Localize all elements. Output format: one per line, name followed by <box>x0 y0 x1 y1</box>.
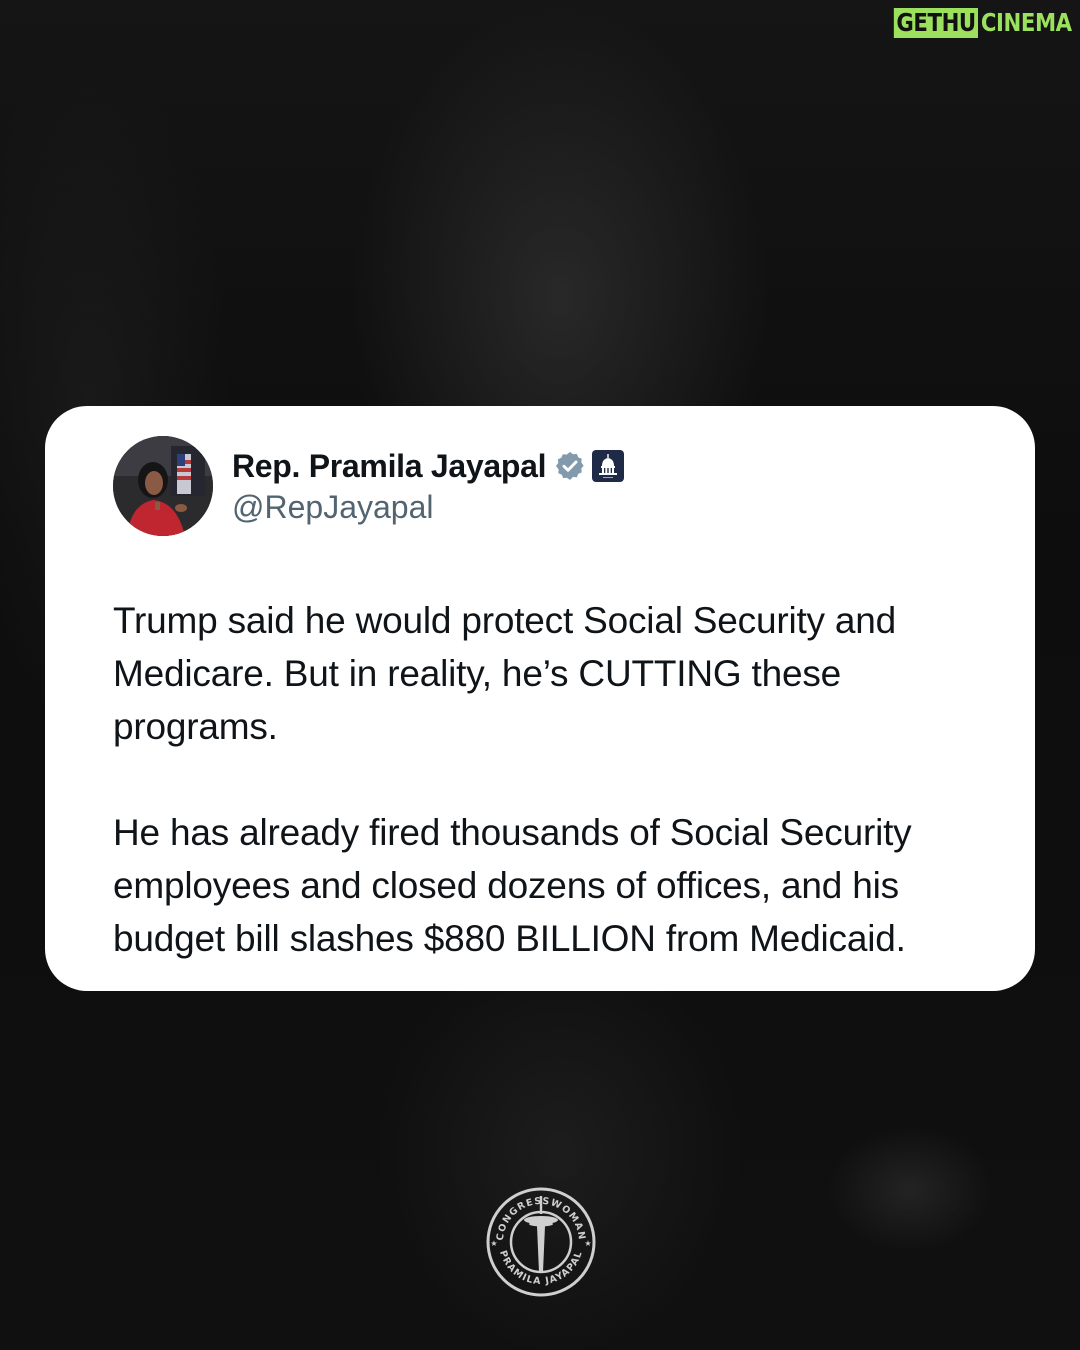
author-row: Rep. Pramila Jayapal <box>232 446 625 486</box>
congresswoman-seal-logo: CONGRESSWOMAN PRAMILA JAYAPAL ★ ★ <box>485 1186 597 1298</box>
svg-text:★: ★ <box>490 1239 497 1248</box>
tweet-paragraph: He has already fired thousands of Social… <box>113 812 912 959</box>
watermark-part-2: CINEMA <box>980 8 1072 37</box>
author-name[interactable]: Rep. Pramila Jayapal <box>232 448 546 485</box>
verified-badge-icon <box>554 450 586 482</box>
svg-text:★: ★ <box>584 1239 591 1248</box>
watermark-logo: GETHU CINEMA <box>893 8 1074 38</box>
author-handle[interactable]: @RepJayapal <box>232 489 433 526</box>
avatar-photo <box>113 436 213 536</box>
tweet-body: Trump said he would protect Social Secur… <box>113 594 993 965</box>
us-capitol-government-badge-icon <box>592 450 625 482</box>
avatar[interactable] <box>113 436 213 536</box>
watermark-part-1: GETHU <box>893 8 979 38</box>
tweet-paragraph: Trump said he would protect Social Secur… <box>113 600 897 747</box>
tweet-card: Rep. Pramila Jayapal @RepJayapal Trump s… <box>45 406 1035 991</box>
